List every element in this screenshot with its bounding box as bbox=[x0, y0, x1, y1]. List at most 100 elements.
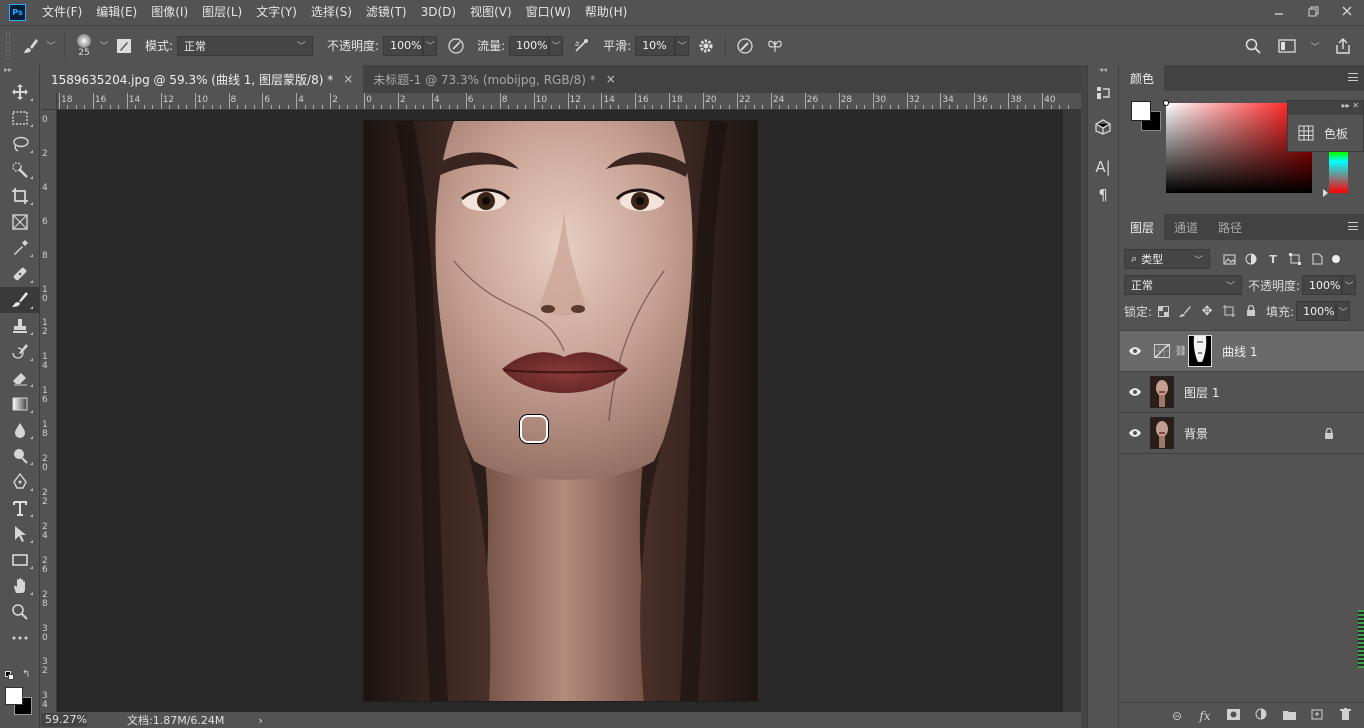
chevron-down-icon[interactable]: ﹀ bbox=[1336, 301, 1351, 321]
chevron-down-icon[interactable]: ﹀ bbox=[675, 35, 690, 56]
restore-icon[interactable] bbox=[1296, 0, 1330, 22]
layer-row-background[interactable]: 背景 bbox=[1120, 413, 1364, 454]
toolbar-collapse-icon[interactable]: ▸▸ bbox=[0, 65, 39, 79]
lock-all-icon[interactable] bbox=[1240, 301, 1262, 321]
blend-mode-select[interactable]: 正常 ﹀ bbox=[1124, 275, 1242, 295]
default-colors-icon[interactable] bbox=[5, 671, 15, 681]
layer-mask-thumbnail[interactable] bbox=[1188, 335, 1212, 367]
more-tools-icon[interactable] bbox=[0, 625, 40, 651]
layer-name[interactable]: 曲线 1 bbox=[1222, 343, 1257, 360]
paragraph-panel-icon[interactable]: ¶ bbox=[1088, 181, 1118, 209]
history-brush-tool-icon[interactable] bbox=[0, 339, 40, 365]
filter-pixel-icon[interactable] bbox=[1218, 249, 1240, 269]
mask-icon[interactable] bbox=[1222, 708, 1244, 723]
layer-row-curves[interactable]: ⛓ 曲线 1 bbox=[1120, 331, 1364, 372]
eraser-tool-icon[interactable] bbox=[0, 365, 40, 391]
link-icon[interactable]: ⊝ bbox=[1166, 709, 1188, 723]
swap-colors-icon[interactable]: ↰ bbox=[22, 669, 30, 680]
lock-artboard-icon[interactable] bbox=[1218, 301, 1240, 321]
lock-transparent-icon[interactable] bbox=[1152, 301, 1174, 321]
opacity-input[interactable]: 100% bbox=[383, 35, 424, 56]
layer-name[interactable]: 图层 1 bbox=[1184, 384, 1219, 401]
eye-icon[interactable] bbox=[1120, 387, 1150, 397]
blur-tool-icon[interactable] bbox=[0, 417, 40, 443]
trash-icon[interactable] bbox=[1334, 708, 1356, 723]
pen-tool-icon[interactable] bbox=[0, 469, 40, 495]
menu-edit[interactable]: 编辑(E) bbox=[89, 0, 144, 25]
filter-adjustment-icon[interactable] bbox=[1240, 249, 1262, 269]
menu-window[interactable]: 窗口(W) bbox=[519, 0, 578, 25]
chevron-down-icon[interactable]: ﹀ bbox=[1308, 36, 1322, 56]
layers-scroll-indicator[interactable] bbox=[1358, 610, 1364, 668]
minimize-icon[interactable] bbox=[1262, 0, 1296, 22]
layer-filter-select[interactable]: ⌕ 类型 ﹀ bbox=[1124, 249, 1210, 269]
fx-icon[interactable]: fx bbox=[1194, 709, 1216, 723]
layer-thumbnail[interactable] bbox=[1150, 376, 1174, 408]
lock-position-icon[interactable]: ✥ bbox=[1196, 301, 1218, 321]
tab-document-2[interactable]: 未标题-1 @ 73.3% (mobijpg, RGB/8) * × bbox=[363, 65, 626, 93]
stamp-tool-icon[interactable] bbox=[0, 313, 40, 339]
zoom-level-field[interactable]: 59.27% bbox=[41, 713, 87, 727]
group-icon[interactable] bbox=[1278, 709, 1300, 723]
smoothing-input[interactable]: 10% bbox=[635, 35, 676, 56]
gradient-tool-icon[interactable] bbox=[0, 391, 40, 417]
symmetry-butterfly-icon[interactable] bbox=[762, 33, 788, 59]
tab-swatches[interactable]: 色板 bbox=[1288, 115, 1363, 151]
menu-3d[interactable]: 3D(D) bbox=[414, 0, 463, 25]
document-size-info[interactable]: 文档:1.87M/6.24M bbox=[127, 712, 224, 728]
eyedropper-tool-icon[interactable] bbox=[0, 235, 40, 261]
expand-panels-icon[interactable]: ◂◂ bbox=[1088, 65, 1118, 79]
type-tool-icon[interactable] bbox=[0, 495, 40, 521]
options-grip[interactable] bbox=[6, 31, 10, 60]
ruler-origin[interactable] bbox=[41, 93, 57, 110]
layer-row-layer1[interactable]: 图层 1 bbox=[1120, 372, 1364, 413]
tab-document-1[interactable]: 1589635204.jpg @ 59.3% (曲线 1, 图层蒙版/8) * … bbox=[41, 65, 364, 93]
menu-image[interactable]: 图像(I) bbox=[144, 0, 195, 25]
vertical-scrollbar[interactable] bbox=[1063, 110, 1081, 712]
pressure-size-icon[interactable] bbox=[732, 33, 758, 59]
menu-type[interactable]: 文字(Y) bbox=[249, 0, 304, 25]
filter-smart-object-icon[interactable] bbox=[1306, 249, 1328, 269]
filter-shape-icon[interactable] bbox=[1284, 249, 1306, 269]
panel-menu-icon[interactable] bbox=[1348, 73, 1358, 81]
layer-opacity-input[interactable]: 100% bbox=[1302, 275, 1343, 295]
chevron-down-icon[interactable]: ﹀ bbox=[549, 35, 564, 56]
hand-tool-icon[interactable] bbox=[0, 573, 40, 599]
lock-pixels-icon[interactable] bbox=[1174, 301, 1196, 321]
close-icon[interactable]: × bbox=[606, 72, 616, 86]
vertical-ruler[interactable]: 0 2 4 6 8 1 0 1 2 1 4 1 6 1 8 2 0 2 2 2 4 2 6 2 8 3 0 3 … bbox=[41, 110, 57, 712]
status-menu-arrow[interactable]: › bbox=[258, 714, 262, 727]
zoom-tool-icon[interactable] bbox=[0, 599, 40, 625]
marquee-tool-icon[interactable] bbox=[0, 105, 40, 131]
rectangle-tool-icon[interactable] bbox=[0, 547, 40, 573]
move-tool-icon[interactable] bbox=[0, 79, 40, 105]
menu-select[interactable]: 选择(S) bbox=[304, 0, 359, 25]
chevron-down-icon[interactable]: ﹀ bbox=[1342, 275, 1357, 295]
tab-paths[interactable]: 路径 bbox=[1208, 214, 1252, 240]
chevron-down-icon[interactable]: ﹀ bbox=[44, 36, 58, 56]
menu-filter[interactable]: 滤镜(T) bbox=[359, 0, 414, 25]
frame-tool-icon[interactable] bbox=[0, 209, 40, 235]
mask-link-icon[interactable]: ⛓ bbox=[1174, 346, 1188, 357]
flow-input[interactable]: 100% bbox=[509, 35, 550, 56]
fill-input[interactable]: 100% bbox=[1296, 301, 1337, 321]
airbrush-icon[interactable] bbox=[569, 33, 595, 59]
close-icon[interactable]: × bbox=[343, 72, 353, 86]
portrait-image[interactable] bbox=[363, 120, 758, 702]
menu-file[interactable]: 文件(F) bbox=[35, 0, 89, 25]
share-icon[interactable] bbox=[1330, 33, 1356, 59]
tab-layers[interactable]: 图层 bbox=[1120, 214, 1165, 240]
tab-channels[interactable]: 通道 bbox=[1164, 214, 1208, 240]
adjustment-icon[interactable] bbox=[1250, 708, 1272, 723]
crop-tool-icon[interactable] bbox=[0, 183, 40, 209]
new-layer-icon[interactable] bbox=[1306, 708, 1328, 723]
tab-color[interactable]: 颜色 bbox=[1120, 65, 1165, 91]
healing-brush-tool-icon[interactable] bbox=[0, 261, 40, 287]
filter-toggle-switch[interactable] bbox=[1332, 255, 1340, 263]
menu-help[interactable]: 帮助(H) bbox=[578, 0, 634, 25]
eye-icon[interactable] bbox=[1120, 346, 1150, 356]
path-selection-tool-icon[interactable] bbox=[0, 521, 40, 547]
pressure-opacity-icon[interactable] bbox=[443, 33, 469, 59]
history-panel-icon[interactable] bbox=[1088, 79, 1118, 107]
character-panel-icon[interactable]: A| bbox=[1088, 153, 1118, 181]
